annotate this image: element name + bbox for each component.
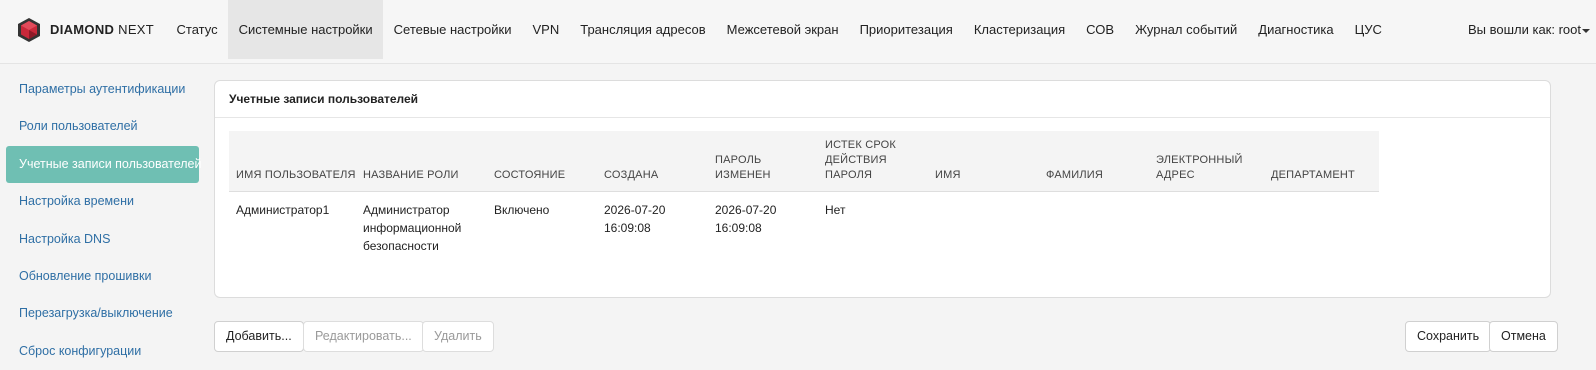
sidebar-item-dns-settings[interactable]: Настройка DNS xyxy=(6,221,199,258)
panel-title: Учетные записи пользователей xyxy=(215,81,1550,118)
cell-first-name xyxy=(928,191,1039,255)
user-accounts-table-container: Имя пользователя Название роли Состояние… xyxy=(229,131,1379,255)
sidebar-item-reboot-shutdown[interactable]: Перезагрузка/выключение xyxy=(6,295,199,332)
cell-role-name: Администратор информационной безопасност… xyxy=(363,202,462,253)
nav-item-nat[interactable]: Трансляция адресов xyxy=(570,0,716,59)
column-header-role-name[interactable]: Название роли xyxy=(356,131,487,192)
edit-button[interactable]: Редактировать... xyxy=(303,321,424,352)
column-header-password-changed[interactable]: Пароль изменен xyxy=(708,131,818,192)
cell-password-expired: Нет xyxy=(825,202,846,217)
nav-item-clustering[interactable]: Кластеризация xyxy=(963,0,1075,59)
cell-username: Администратор1 xyxy=(236,202,330,217)
nav-item-event-log[interactable]: Журнал событий xyxy=(1125,0,1248,59)
delete-button[interactable]: Удалить xyxy=(422,321,494,352)
user-menu[interactable]: Вы вошли как: root xyxy=(1468,0,1590,59)
table-row[interactable]: Администратор1 Администратор информацион… xyxy=(229,191,1379,255)
cancel-button[interactable]: Отмена xyxy=(1489,321,1558,352)
nav-item-ids[interactable]: СОВ xyxy=(1076,0,1125,59)
cell-password-changed: 2026-07-20 16:09:08 xyxy=(715,202,777,235)
save-button[interactable]: Сохранить xyxy=(1405,321,1492,352)
column-header-department[interactable]: Департамент xyxy=(1264,131,1379,192)
column-header-first-name[interactable]: Имя xyxy=(928,131,1039,192)
column-header-last-name[interactable]: Фамилия xyxy=(1039,131,1149,192)
cell-last-name xyxy=(1039,191,1149,255)
main-nav: Статус Системные настройки Сетевые настр… xyxy=(166,0,1392,59)
column-header-email[interactable]: Электронный адрес xyxy=(1149,131,1264,192)
user-accounts-table: Имя пользователя Название роли Состояние… xyxy=(229,131,1379,255)
table-header-row: Имя пользователя Название роли Состояние… xyxy=(229,131,1379,192)
nav-item-cus[interactable]: ЦУС xyxy=(1344,0,1392,59)
column-header-password-expired[interactable]: Истек срок действия пароля xyxy=(818,131,928,192)
column-header-created[interactable]: Создана xyxy=(597,131,708,192)
diamond-logo-icon xyxy=(18,18,40,42)
nav-item-network-settings[interactable]: Сетевые настройки xyxy=(383,0,522,59)
cell-email xyxy=(1149,191,1264,255)
sidebar: Параметры аутентификации Роли пользовате… xyxy=(6,71,202,370)
brand-name-light: NEXT xyxy=(118,22,155,37)
add-button[interactable]: Добавить... xyxy=(214,321,304,352)
cell-department xyxy=(1264,191,1379,255)
nav-item-firewall[interactable]: Межсетевой экран xyxy=(716,0,849,59)
sidebar-item-auth-params[interactable]: Параметры аутентификации xyxy=(6,71,199,108)
nav-item-vpn[interactable]: VPN xyxy=(522,0,570,59)
user-menu-label: Вы вошли как: root xyxy=(1467,22,1581,37)
top-navigation-bar: DIAMOND NEXT Статус Системные настройки … xyxy=(0,0,1596,64)
brand-name-bold: DIAMOND xyxy=(50,22,115,37)
caret-down-icon xyxy=(1582,28,1590,33)
brand-name: DIAMOND NEXT xyxy=(50,22,154,37)
nav-item-status[interactable]: Статус xyxy=(166,0,228,59)
user-accounts-panel: Учетные записи пользователей Имя пользов… xyxy=(214,80,1551,298)
sidebar-item-reset-config[interactable]: Сброс конфигурации xyxy=(6,333,199,370)
sidebar-item-user-accounts[interactable]: Учетные записи пользователей xyxy=(6,145,202,184)
column-header-username[interactable]: Имя пользователя xyxy=(229,131,356,192)
cell-created: 2026-07-20 16:09:08 xyxy=(604,202,666,235)
sidebar-item-user-roles[interactable]: Роли пользователей xyxy=(6,108,199,145)
nav-item-diagnostics[interactable]: Диагностика xyxy=(1248,0,1344,59)
nav-item-qos[interactable]: Приоритезация xyxy=(849,0,963,59)
nav-item-system-settings[interactable]: Системные настройки xyxy=(228,0,384,59)
column-header-state[interactable]: Состояние xyxy=(487,131,597,192)
cell-state: Включено xyxy=(494,202,550,217)
sidebar-item-time-settings[interactable]: Настройка времени xyxy=(6,183,199,220)
sidebar-item-firmware-update[interactable]: Обновление прошивки xyxy=(6,258,199,295)
